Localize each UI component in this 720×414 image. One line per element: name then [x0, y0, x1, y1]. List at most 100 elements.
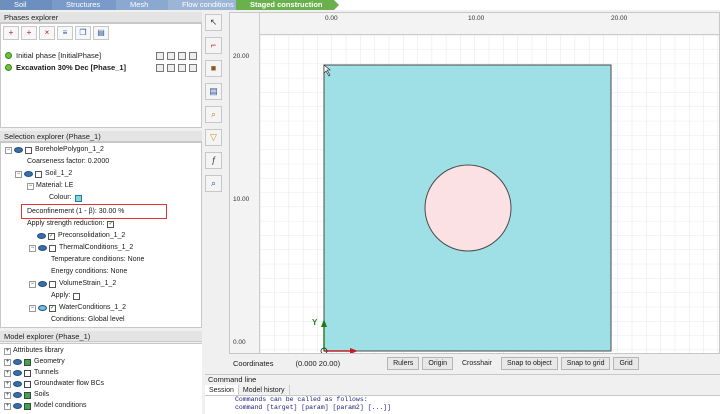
find-icon[interactable]: ⌕ — [205, 175, 222, 192]
active-checkbox[interactable] — [24, 380, 31, 388]
tree-item-preconsolidation[interactable]: ✓ Preconsolidation_1_2 — [37, 231, 125, 241]
tree-item-volume-strain[interactable]: − VolumeStrain_1_2 — [29, 279, 116, 289]
tree-item-groundwater[interactable]: + Groundwater flow BCs — [4, 379, 104, 389]
expand-icon[interactable]: + — [4, 369, 11, 377]
collapse-icon[interactable]: − — [29, 304, 36, 312]
origin-button[interactable]: Origin — [422, 357, 453, 370]
active-checkbox[interactable]: ✓ — [48, 232, 55, 240]
expand-icon[interactable]: + — [4, 347, 11, 355]
visibility-icon[interactable] — [13, 359, 22, 365]
active-checkbox[interactable] — [24, 369, 31, 377]
phase-ok-icon — [5, 52, 12, 59]
grid-button[interactable]: Grid — [613, 357, 639, 370]
active-checkbox[interactable] — [25, 146, 32, 154]
visibility-icon[interactable] — [13, 370, 22, 376]
tree-item-water-conditions[interactable]: − ✓ WaterConditions_1_2 — [29, 303, 126, 313]
calc-type-icon[interactable] — [156, 63, 164, 72]
crosshair-button[interactable]: Crosshair — [456, 357, 498, 370]
tree-item-tunnels[interactable]: + Tunnels — [4, 368, 59, 378]
highlight-annotation — [21, 204, 167, 219]
expand-icon[interactable]: + — [4, 402, 11, 410]
visibility-icon[interactable] — [13, 381, 22, 387]
active-checkbox[interactable] — [35, 170, 42, 178]
drawing-area[interactable]: 0.00 10.00 20.00 20.00 10.00 0.00 Y — [229, 12, 720, 354]
tree-item-material[interactable]: − Material: LE — [27, 181, 73, 191]
tree-item-thermal[interactable]: − ThermalConditions_1_2 — [29, 243, 133, 253]
ruler-tick-label: 10.00 — [233, 196, 250, 203]
visibility-icon[interactable] — [38, 281, 47, 287]
visibility-icon[interactable] — [13, 403, 22, 409]
tree-item-model-conditions[interactable]: + Model conditions — [4, 401, 87, 411]
filter-icon[interactable]: ▽ — [205, 129, 222, 146]
apply-checkbox[interactable] — [73, 292, 81, 300]
snap-to-object-button[interactable]: Snap to object — [500, 357, 558, 370]
tree-item-apply[interactable]: Apply: — [51, 291, 83, 301]
visibility-icon[interactable] — [13, 392, 22, 398]
tree-item-soils[interactable]: + Soils — [4, 390, 49, 400]
change-materials-icon[interactable]: ■ — [205, 60, 222, 77]
tree-item-attributes[interactable]: + Attributes library — [4, 346, 64, 356]
copy-phase-icon[interactable]: ❐ — [75, 26, 91, 40]
visibility-icon[interactable] — [37, 233, 46, 239]
view-table-icon[interactable]: ▤ — [205, 83, 222, 100]
rulers-button[interactable]: Rulers — [387, 357, 420, 370]
delete-phase-icon[interactable]: × — [39, 26, 55, 40]
pore-pressure-icon[interactable] — [178, 51, 186, 60]
tree-item-coarseness: Coarseness factor: 0.2000 — [27, 158, 110, 165]
tab-flow-conditions[interactable]: Flow conditions — [168, 0, 241, 10]
collapse-icon[interactable]: − — [27, 182, 34, 190]
phase-row[interactable]: Initial phase [InitialPhase] — [5, 50, 201, 61]
tree-item-strength-reduction[interactable]: Apply strength reduction: ✓ — [27, 219, 117, 229]
snap-to-grid-button[interactable]: Snap to grid — [560, 357, 611, 370]
tunnel-circle[interactable] — [424, 164, 512, 252]
active-checkbox[interactable] — [24, 391, 31, 399]
model-canvas[interactable]: Y — [260, 35, 720, 354]
model-explorer: + Attributes library + Geometry + Tunnel… — [0, 343, 202, 414]
visibility-icon[interactable] — [38, 245, 47, 251]
active-checkbox[interactable] — [24, 402, 31, 410]
edit-phase-icon[interactable]: ≡ — [57, 26, 73, 40]
phase-settings-icon[interactable] — [189, 63, 197, 72]
colour-swatch[interactable] — [74, 194, 82, 202]
phase-list-icon[interactable]: ▤ — [93, 26, 109, 40]
loading-type-icon[interactable] — [167, 63, 175, 72]
tab-soil[interactable]: Soil — [0, 0, 57, 10]
insert-phase-icon[interactable]: + — [21, 26, 37, 40]
active-checkbox[interactable]: ✓ — [49, 304, 56, 312]
expand-icon[interactable]: + — [4, 391, 11, 399]
strength-reduction-checkbox[interactable]: ✓ — [107, 220, 115, 228]
function-icon[interactable]: ƒ — [205, 152, 222, 169]
expand-icon[interactable]: + — [4, 380, 11, 388]
tab-session[interactable]: Session — [205, 385, 239, 395]
command-line-title: Command line — [205, 375, 720, 385]
phase-toolbar: + + × ≡ ❐ ▤ — [3, 26, 109, 42]
tab-structures[interactable]: Structures — [52, 0, 121, 10]
select-rectangle-icon[interactable]: ⌐ — [205, 37, 222, 54]
tab-staged-construction[interactable]: Staged construction — [236, 0, 339, 10]
zoom-icon[interactable]: ⌕ — [205, 106, 222, 123]
calc-type-icon[interactable] — [156, 51, 164, 60]
tree-item-conditions: Conditions: Global level — [51, 316, 125, 323]
active-checkbox[interactable] — [49, 280, 56, 288]
tab-model-history[interactable]: Model history — [239, 385, 290, 395]
active-checkbox[interactable] — [49, 244, 56, 252]
collapse-icon[interactable]: − — [29, 280, 36, 288]
phase-row[interactable]: Excavation 30% Dec [Phase_1] — [5, 62, 201, 73]
select-arrow-icon[interactable]: ↖ — [205, 14, 222, 31]
active-checkbox[interactable] — [24, 358, 31, 366]
visibility-icon[interactable] — [38, 305, 47, 311]
collapse-icon[interactable]: − — [15, 170, 22, 178]
visibility-icon[interactable] — [14, 147, 23, 153]
tab-mesh[interactable]: Mesh — [116, 0, 173, 10]
tree-item-soil[interactable]: − Soil_1_2 — [15, 169, 72, 179]
collapse-icon[interactable]: − — [29, 244, 36, 252]
loading-type-icon[interactable] — [167, 51, 175, 60]
expand-icon[interactable]: + — [4, 358, 11, 366]
collapse-icon[interactable]: − — [5, 146, 12, 154]
tree-item-geometry[interactable]: + Geometry — [4, 357, 65, 367]
pore-pressure-icon[interactable] — [178, 63, 186, 72]
visibility-icon[interactable] — [24, 171, 33, 177]
phase-settings-icon[interactable] — [189, 51, 197, 60]
add-phase-icon[interactable]: + — [3, 26, 19, 40]
tree-item-borehole-polygon[interactable]: − BoreholePolygon_1_2 — [5, 145, 104, 155]
